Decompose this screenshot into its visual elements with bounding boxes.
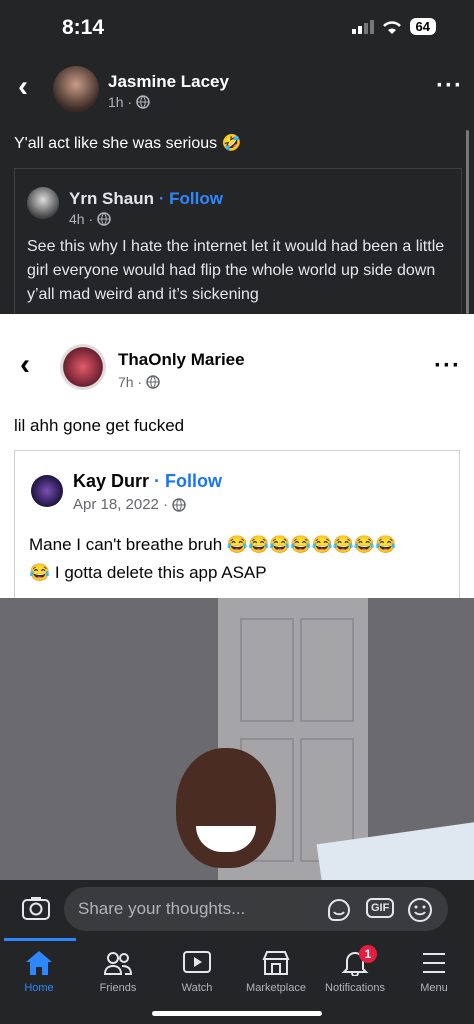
wifi-icon	[382, 20, 401, 34]
follow-link[interactable]: · Follow	[159, 189, 223, 208]
tab-menu[interactable]: Menu	[387, 938, 474, 994]
watch-icon	[183, 951, 211, 973]
post-meta: 7h ·	[118, 374, 160, 390]
notification-badge: 1	[359, 945, 377, 963]
more-options-icon[interactable]: ···	[436, 72, 463, 100]
bottom-tab-bar: Home Friends Watch Marketplace 1 Notific…	[0, 938, 474, 1024]
tab-label: Menu	[420, 982, 448, 994]
post-time: 7h ·	[118, 374, 143, 390]
battery-indicator: 64	[409, 18, 436, 35]
shared-text-line-1: Mane I can't breathe bruh 😂😂😂😂😂😂😂😂	[29, 535, 397, 554]
post-text: Y'all act like she was serious 🤣	[14, 135, 242, 152]
gif-icon[interactable]: GIF	[366, 898, 395, 918]
home-icon	[26, 951, 52, 975]
avatar[interactable]	[27, 187, 59, 219]
follow-link[interactable]: · Follow	[154, 471, 222, 491]
sticker-icon[interactable]	[326, 897, 352, 923]
tab-label: Watch	[181, 982, 213, 994]
friends-icon	[104, 952, 132, 975]
marketplace-icon	[262, 951, 290, 975]
shared-text: See this why I hate the internet let it …	[27, 238, 445, 303]
tab-label: Marketplace	[246, 982, 306, 994]
shared-meta: Apr 18, 2022 ·	[73, 496, 186, 513]
tab-label: Home	[24, 982, 54, 994]
shared-author[interactable]: Kay Durr · Follow	[73, 471, 222, 492]
camera-icon[interactable]	[22, 896, 50, 920]
door-panel	[240, 618, 294, 722]
shared-text-line-2: 😂 I gotta delete this app ASAP	[29, 563, 267, 582]
signal-icon	[351, 19, 374, 34]
dark-post-section: 8:14 64 ‹ Jasmine Lacey 1h · ··· Y'all a…	[0, 0, 474, 315]
scrollbar[interactable]	[466, 130, 469, 314]
post-text: lil ahh gone get fucked	[14, 416, 185, 435]
post-time: 1h ·	[108, 94, 133, 110]
comment-input[interactable]: Share your thoughts... GIF	[64, 887, 448, 931]
home-indicator	[152, 1011, 322, 1016]
back-button[interactable]: ‹	[20, 348, 30, 382]
avatar[interactable]	[53, 66, 99, 112]
menu-icon	[423, 953, 445, 973]
emoji-icon[interactable]	[407, 897, 433, 923]
light-post-section: ‹ ThaOnly Mariee 7h · ··· lil ahh gone g…	[0, 314, 474, 599]
status-icons: 64	[351, 18, 436, 35]
tab-label: Notifications	[325, 982, 385, 994]
post-photo[interactable]	[0, 598, 474, 880]
post-author[interactable]: ThaOnly Mariee	[118, 350, 245, 370]
shared-post[interactable]: Kay Durr · Follow Apr 18, 2022 · Mane I …	[14, 450, 460, 599]
more-options-icon[interactable]: ···	[434, 352, 461, 380]
post-meta: 1h ·	[108, 94, 150, 110]
shared-meta: 4h ·	[69, 211, 111, 227]
shared-time: Apr 18, 2022 ·	[73, 496, 169, 513]
globe-icon	[172, 497, 186, 512]
comment-composer: Share your thoughts... GIF	[0, 880, 474, 938]
shared-time: 4h ·	[69, 211, 94, 227]
status-time: 8:14	[62, 16, 105, 39]
avatar[interactable]	[31, 475, 63, 507]
shared-post[interactable]: Yrn Shaun · Follow 4h · See this why I h…	[14, 168, 462, 315]
back-button[interactable]: ‹	[18, 70, 28, 104]
door-panel	[300, 618, 354, 722]
post-author[interactable]: Jasmine Lacey	[108, 72, 229, 92]
comment-placeholder: Share your thoughts...	[78, 899, 246, 918]
globe-icon	[146, 375, 160, 389]
status-bar: 8:14 64	[0, 0, 474, 58]
globe-icon	[97, 212, 111, 226]
shared-author[interactable]: Yrn Shaun · Follow	[69, 189, 223, 209]
globe-icon	[136, 95, 150, 109]
avatar[interactable]	[60, 344, 106, 390]
tab-label: Friends	[99, 982, 137, 994]
